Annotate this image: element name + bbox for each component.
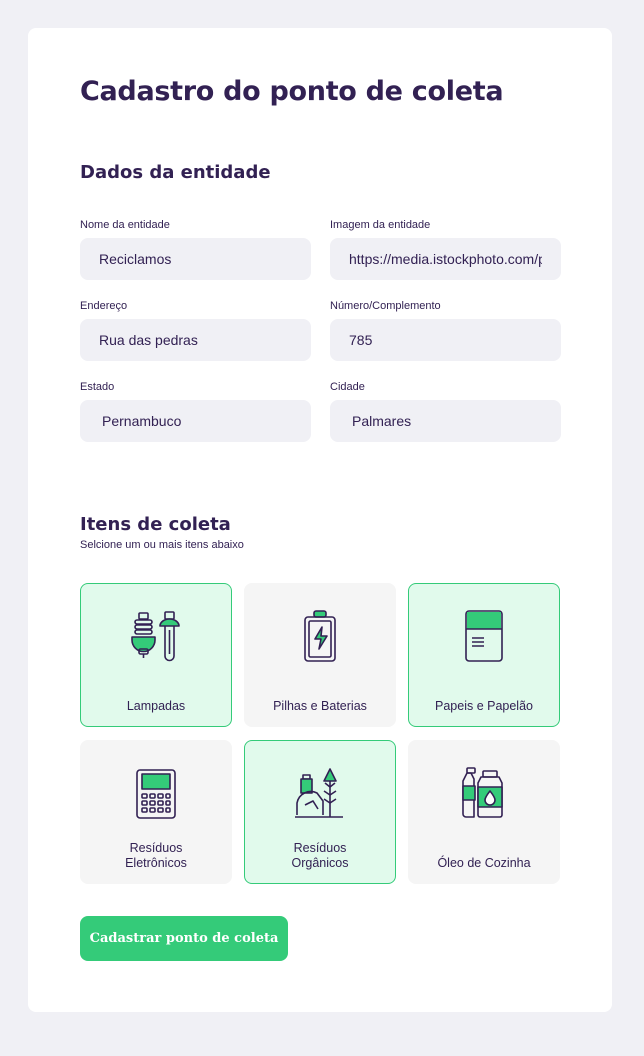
paper-icon <box>465 610 503 662</box>
page-title: Cadastro do ponto de coleta <box>80 76 504 107</box>
battery-icon <box>304 610 336 662</box>
item-residuos-organicos[interactable]: Resíduos Orgânicos <box>244 740 396 884</box>
lamp-icon <box>131 611 180 662</box>
address-input[interactable] <box>80 319 311 361</box>
items-section-subtitle: Selcione um ou mais itens abaixo <box>80 539 244 551</box>
item-label: Resíduos Orgânicos <box>291 841 349 870</box>
state-select[interactable]: Pernambuco <box>80 400 311 442</box>
city-select[interactable]: Palmares <box>330 400 561 442</box>
item-residuos-eletronicos[interactable]: Resíduos Eletrônicos <box>80 740 232 884</box>
address-field: Endereço <box>80 300 311 361</box>
name-label: Nome da entidade <box>80 219 170 231</box>
electronics-icon <box>136 769 176 819</box>
items-grid: Lampadas Pilhas e Baterias Papeis e Pape… <box>80 583 561 884</box>
name-field: Nome da entidade <box>80 219 311 280</box>
item-pilhas-baterias[interactable]: Pilhas e Baterias <box>244 583 396 727</box>
item-label: Óleo de Cozinha <box>437 856 531 870</box>
name-input[interactable] <box>80 238 311 280</box>
number-field: Número/Complemento <box>330 300 561 361</box>
entity-section-heading: Dados da entidade <box>80 162 271 183</box>
state-field: Estado Pernambuco <box>80 381 311 442</box>
address-label: Endereço <box>80 300 128 312</box>
state-label: Estado <box>80 381 115 393</box>
image-field: Imagem da entidade <box>330 219 561 280</box>
number-input[interactable] <box>330 319 561 361</box>
organic-icon <box>295 768 343 818</box>
image-label: Imagem da entidade <box>330 219 431 231</box>
item-oleo-cozinha[interactable]: Óleo de Cozinha <box>408 740 560 884</box>
form-card: Cadastro do ponto de coleta Dados da ent… <box>28 28 612 1012</box>
image-url-input[interactable] <box>330 238 561 280</box>
item-label: Resíduos Eletrônicos <box>125 841 187 870</box>
item-lampadas[interactable]: Lampadas <box>80 583 232 727</box>
number-label: Número/Complemento <box>330 300 441 312</box>
submit-button[interactable]: Cadastrar ponto de coleta <box>80 916 288 961</box>
city-field: Cidade Palmares <box>330 381 561 442</box>
oil-icon <box>462 767 503 818</box>
item-label: Lampadas <box>126 699 186 713</box>
city-label: Cidade <box>330 381 365 393</box>
item-papeis-papelao[interactable]: Papeis e Papelão <box>408 583 560 727</box>
item-label: Papeis e Papelão <box>435 699 533 713</box>
item-label: Pilhas e Baterias <box>273 699 367 713</box>
items-section-heading: Itens de coleta <box>80 514 231 535</box>
